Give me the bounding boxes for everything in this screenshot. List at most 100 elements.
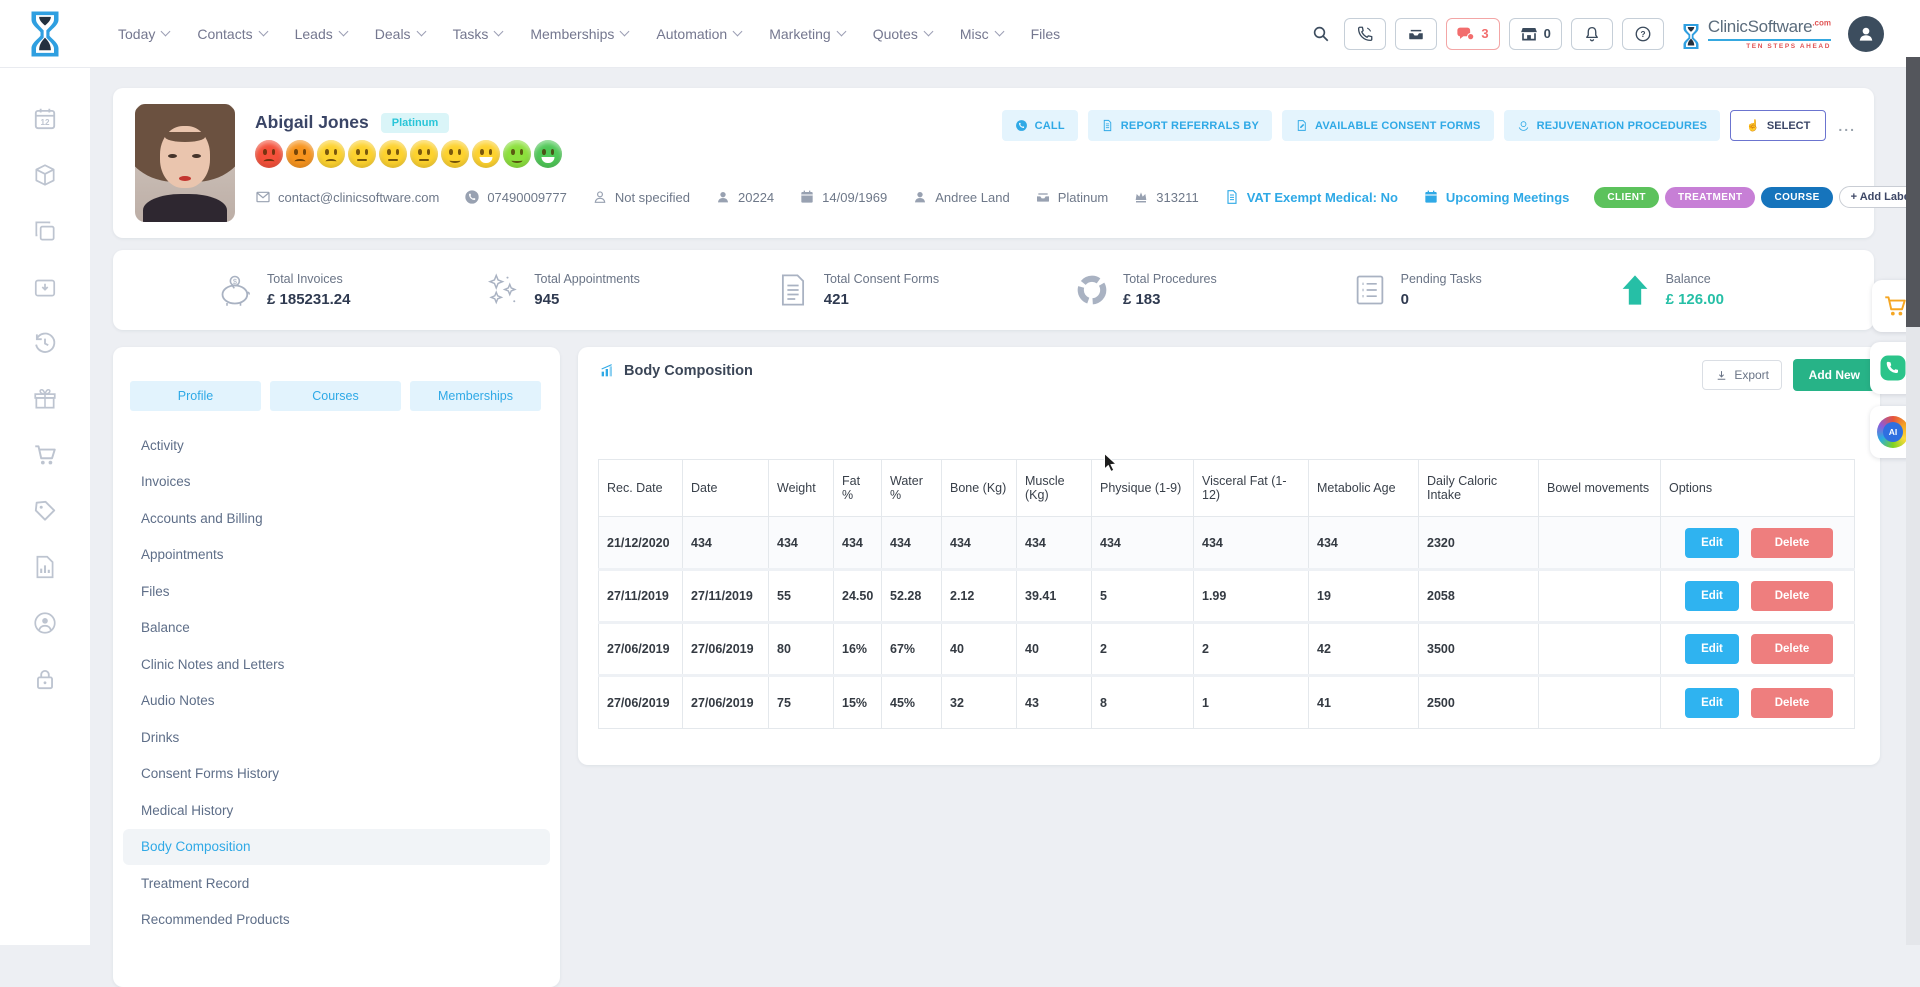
menu-item-memberships[interactable]: Memberships	[530, 26, 628, 42]
sidebar-item-consent-forms-history[interactable]: Consent Forms History	[123, 756, 550, 793]
column-header-bone-kg-: Bone (Kg)	[942, 460, 1017, 517]
report-referrals-by-button[interactable]: REPORT REFERRALS BY	[1088, 110, 1272, 141]
rail-user-clock-icon[interactable]	[32, 610, 58, 636]
rail-copy-icon[interactable]	[32, 218, 58, 244]
detail-text: VAT Exempt Medical: No	[1247, 190, 1398, 205]
rail-packages-icon[interactable]	[32, 162, 58, 188]
cell: 24.50	[834, 570, 882, 623]
tag-client[interactable]: CLIENT	[1594, 187, 1659, 208]
user-avatar[interactable]	[1848, 16, 1884, 52]
menu-item-marketing[interactable]: Marketing	[769, 26, 844, 42]
cell: 3500	[1419, 623, 1539, 676]
menu-item-tasks[interactable]: Tasks	[453, 26, 503, 42]
add-new-button[interactable]: Add New	[1793, 359, 1876, 391]
mood-face-8[interactable]	[472, 140, 500, 168]
rail-cart-icon[interactable]	[32, 442, 58, 468]
delete-button[interactable]: Delete	[1751, 688, 1833, 718]
sidebar-item-medical-history[interactable]: Medical History	[123, 792, 550, 829]
store-badge: 0	[1544, 26, 1551, 41]
edit-button[interactable]: Edit	[1685, 581, 1739, 611]
sidebar-item-appointments[interactable]: Appointments	[123, 537, 550, 574]
menu-item-misc[interactable]: Misc	[960, 26, 1003, 42]
mood-face-5[interactable]	[379, 140, 407, 168]
menu-item-quotes[interactable]: Quotes	[873, 26, 932, 42]
rail-tag-icon[interactable]	[32, 498, 58, 524]
sidebar-item-audio-notes[interactable]: Audio Notes	[123, 683, 550, 720]
scrollbar-thumb[interactable]	[1906, 57, 1920, 327]
cell: 27/06/2019	[599, 623, 683, 676]
hourglass-icon	[1681, 23, 1701, 50]
rail-lock-icon[interactable]	[32, 666, 58, 692]
stat-total-procedures: Total Procedures£ 183	[1074, 272, 1217, 308]
menu-item-deals[interactable]: Deals	[375, 26, 425, 42]
sidebar-item-recommended-products[interactable]: Recommended Products	[123, 902, 550, 939]
rail-report-icon[interactable]	[32, 554, 58, 580]
edit-button[interactable]: Edit	[1685, 634, 1739, 664]
sidebar-item-activity[interactable]: Activity	[123, 427, 550, 464]
notifications-button[interactable]	[1571, 18, 1613, 50]
available-consent-forms-button[interactable]: AVAILABLE CONSENT FORMS	[1282, 110, 1494, 141]
tab-memberships[interactable]: Memberships	[410, 381, 541, 411]
sidebar-item-files[interactable]: Files	[123, 573, 550, 610]
cell	[1539, 676, 1661, 729]
mood-face-6[interactable]	[410, 140, 438, 168]
sidebar-item-body-composition[interactable]: Body Composition	[123, 829, 550, 866]
action-label: CALL	[1035, 120, 1065, 132]
detail-item[interactable]: Upcoming Meetings	[1423, 189, 1570, 205]
dialer-button[interactable]	[1344, 18, 1386, 50]
store-button[interactable]: 0	[1509, 18, 1562, 50]
rejuvenation-procedures-button[interactable]: REJUVENATION PROCEDURES	[1504, 110, 1721, 141]
export-button[interactable]: Export	[1702, 360, 1782, 390]
sidebar-item-invoices[interactable]: Invoices	[123, 464, 550, 501]
delete-button[interactable]: Delete	[1751, 634, 1833, 664]
menu-item-contacts[interactable]: Contacts	[197, 26, 266, 42]
more-options-button[interactable]: ...	[1838, 118, 1856, 134]
mood-face-4[interactable]	[348, 140, 376, 168]
delete-button[interactable]: Delete	[1751, 528, 1833, 558]
sidebar-item-drinks[interactable]: Drinks	[123, 719, 550, 756]
menu-item-label: Files	[1031, 26, 1061, 42]
menu-item-today[interactable]: Today	[118, 26, 169, 42]
rail-calendar-icon[interactable]	[32, 106, 58, 132]
column-header-metabolic-age: Metabolic Age	[1309, 460, 1419, 517]
rail-gift-icon[interactable]	[32, 386, 58, 412]
chat-button[interactable]: 3	[1446, 18, 1499, 50]
sidebar-item-accounts-and-billing[interactable]: Accounts and Billing	[123, 500, 550, 537]
mood-face-2[interactable]	[286, 140, 314, 168]
cell: 434	[1194, 517, 1309, 570]
sidebar-item-treatment-record[interactable]: Treatment Record	[123, 865, 550, 902]
mood-scale	[255, 140, 562, 168]
menu-item-files[interactable]: Files	[1031, 26, 1061, 42]
cell	[1539, 570, 1661, 623]
detail-text: 07490009777	[487, 190, 567, 205]
mood-face-7[interactable]	[441, 140, 469, 168]
mood-face-3[interactable]	[317, 140, 345, 168]
crown-icon	[1133, 189, 1149, 205]
sidebar-item-clinic-notes-and-letters[interactable]: Clinic Notes and Letters	[123, 646, 550, 683]
detail-item[interactable]: VAT Exempt Medical: No	[1224, 189, 1398, 205]
mood-face-1[interactable]	[255, 140, 283, 168]
select-button[interactable]: ☝SELECT	[1730, 110, 1826, 141]
edit-button[interactable]: Edit	[1685, 688, 1739, 718]
call-button[interactable]: CALL	[1002, 110, 1078, 141]
chevron-down-icon	[338, 27, 348, 37]
menu-item-automation[interactable]: Automation	[656, 26, 741, 42]
search-icon[interactable]	[1312, 25, 1330, 43]
tab-profile[interactable]: Profile	[130, 381, 261, 411]
sidebar-item-balance[interactable]: Balance	[123, 610, 550, 647]
edit-button[interactable]: Edit	[1685, 528, 1739, 558]
menu-item-label: Today	[118, 26, 155, 42]
tag-course[interactable]: COURSE	[1761, 187, 1832, 208]
tab-courses[interactable]: Courses	[270, 381, 401, 411]
rail-history-icon[interactable]	[32, 330, 58, 356]
menu-item-leads[interactable]: Leads	[295, 26, 347, 42]
inbox-button[interactable]	[1395, 18, 1437, 50]
chevron-down-icon	[620, 27, 630, 37]
help-button[interactable]	[1622, 18, 1664, 50]
mood-face-10[interactable]	[534, 140, 562, 168]
tag-treatment[interactable]: TREATMENT	[1665, 187, 1756, 208]
app-logo[interactable]	[0, 10, 90, 58]
delete-button[interactable]: Delete	[1751, 581, 1833, 611]
rail-calendar-inbox-icon[interactable]	[32, 274, 58, 300]
mood-face-9[interactable]	[503, 140, 531, 168]
